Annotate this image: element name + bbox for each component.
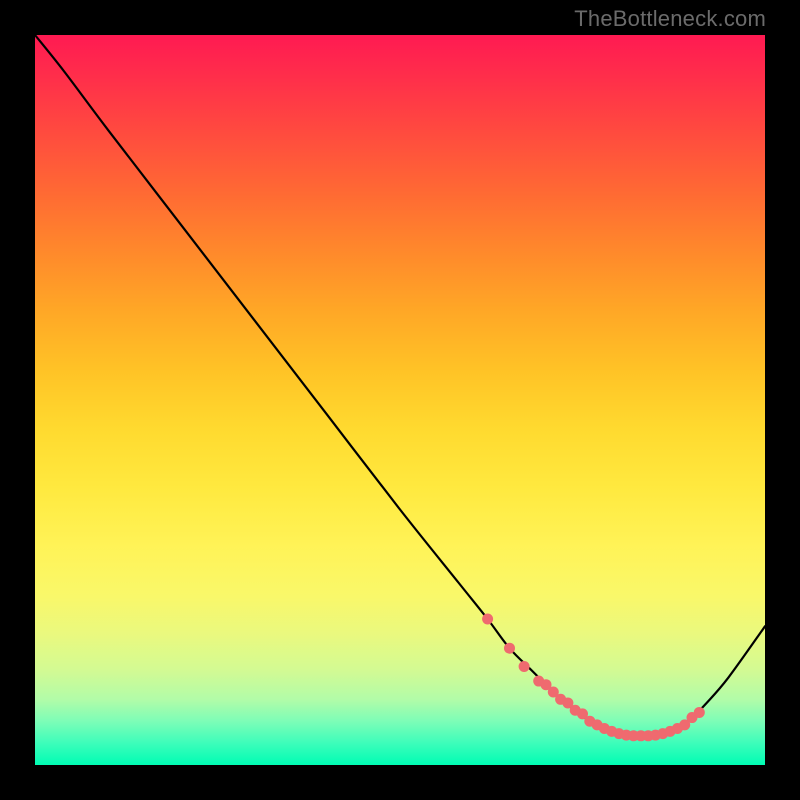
bottleneck-curve bbox=[35, 35, 765, 736]
chart-frame: TheBottleneck.com bbox=[0, 0, 800, 800]
watermark-text: TheBottleneck.com bbox=[574, 6, 766, 32]
marker-dot bbox=[694, 707, 705, 718]
marker-dot bbox=[504, 643, 515, 654]
marker-dot bbox=[482, 614, 493, 625]
marker-dots bbox=[482, 614, 705, 742]
plot-area bbox=[35, 35, 765, 765]
marker-dot bbox=[519, 661, 530, 672]
curve-layer bbox=[35, 35, 765, 765]
